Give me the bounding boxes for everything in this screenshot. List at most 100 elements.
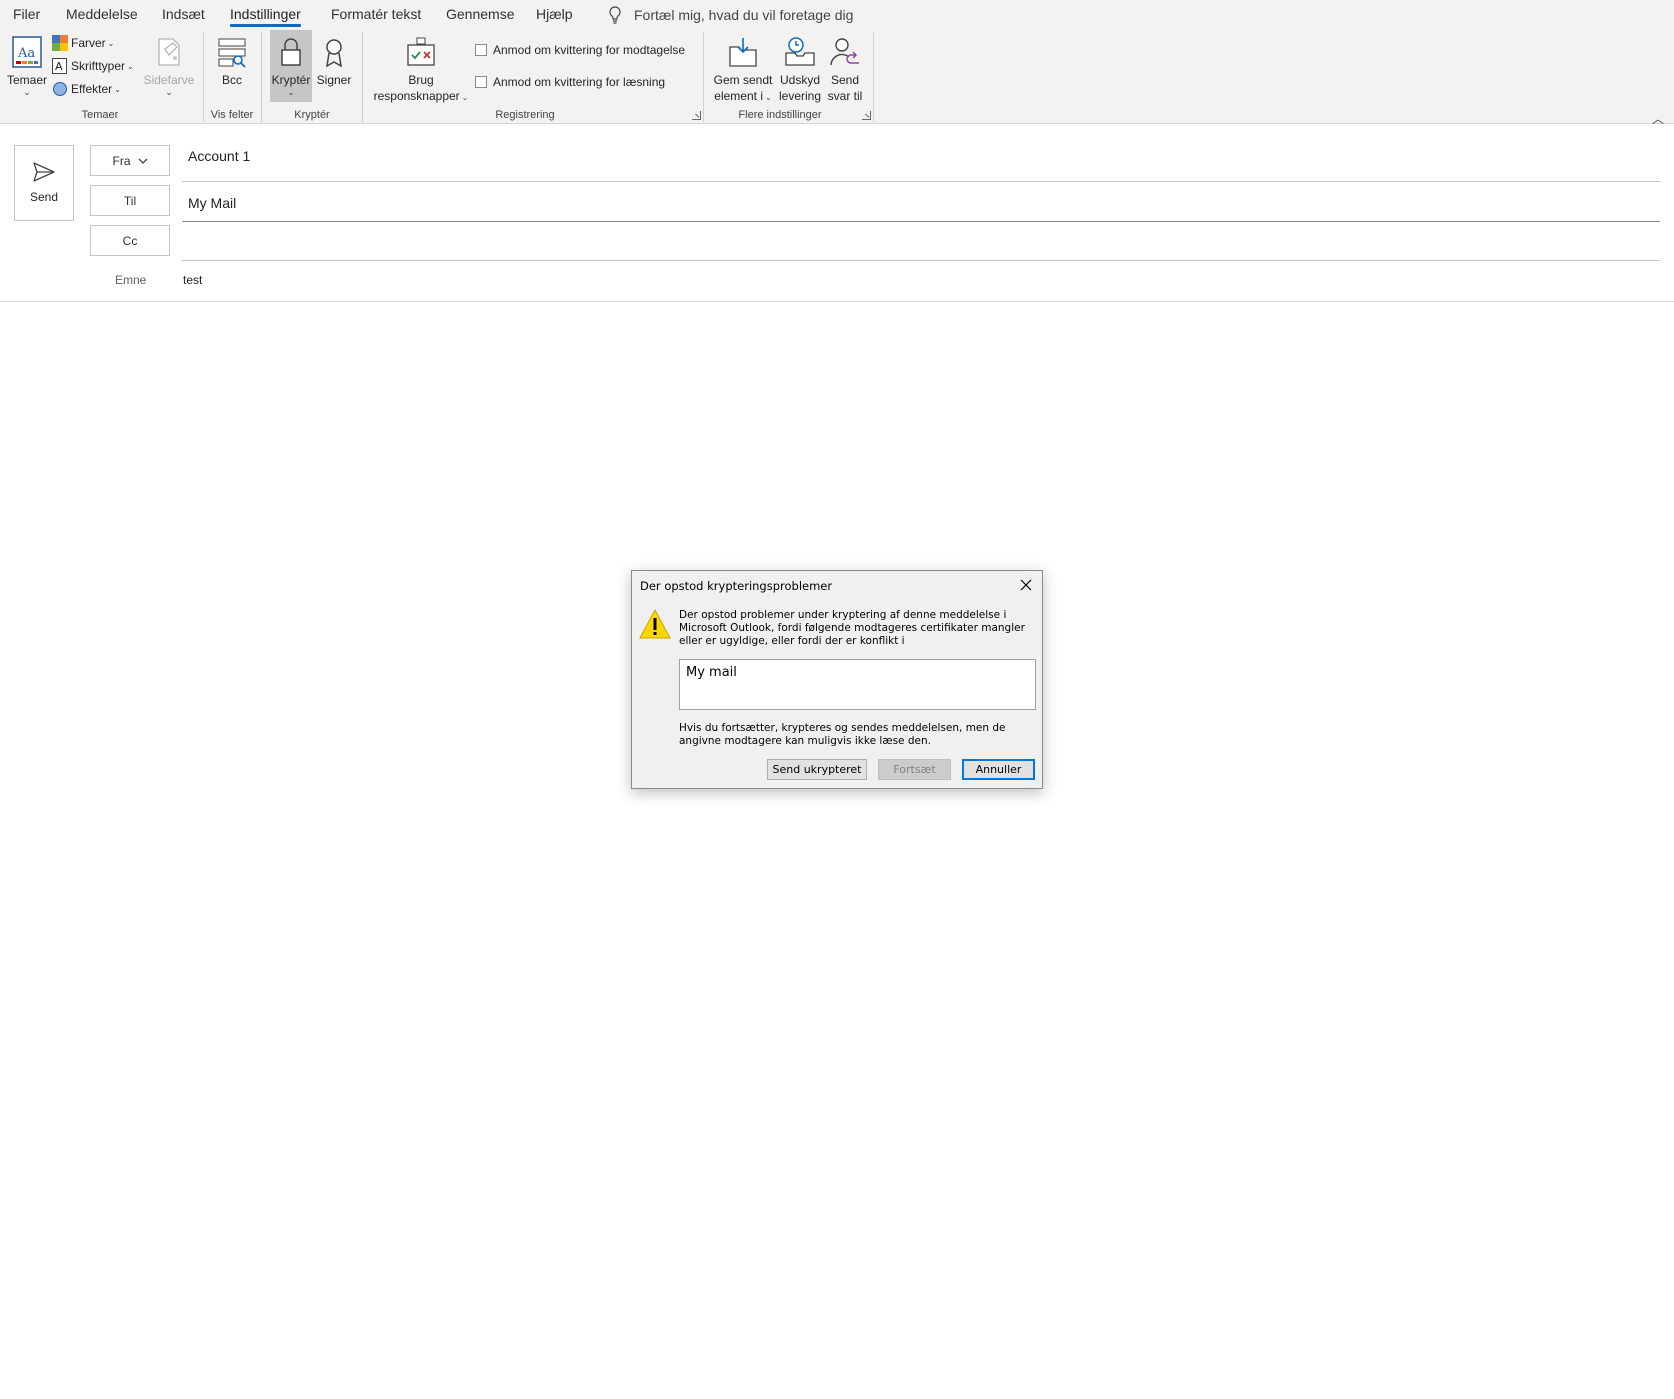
lock-icon: [277, 32, 305, 72]
group-label-temaer: Temaer: [81, 109, 119, 121]
checkbox-box[interactable]: [475, 44, 487, 56]
lightbulb-icon: [609, 6, 621, 24]
to-label: Til: [123, 193, 137, 208]
subject-label: Emne: [115, 273, 147, 287]
chevron-down-icon: ⌄: [23, 87, 31, 97]
send-icon: [33, 162, 55, 182]
receipt-read-checkbox[interactable]: Anmod om kvittering for læsning: [475, 75, 665, 89]
reply-to-person-icon: [828, 32, 862, 72]
tab-formater-tekst[interactable]: Formatér tekst: [331, 5, 421, 27]
dialog-message: Der opstod problemer under kryptering af…: [679, 609, 1025, 647]
chevron-down-icon: ⌄: [287, 87, 295, 97]
chevron-down-icon: [138, 158, 147, 164]
receipt-read-label: Anmod om kvittering for læsning: [493, 75, 666, 89]
encryption-problem-dialog: Der opstod krypteringsproblemer Der opst…: [631, 570, 1043, 789]
ribbon-tab-bar: Filer Meddelelse Indsæt Indstillinger Fo…: [0, 0, 1674, 28]
themes-icon: Aa: [10, 32, 44, 72]
close-icon[interactable]: [1018, 577, 1034, 593]
svg-text:A: A: [55, 60, 63, 73]
tab-gennemse[interactable]: Gennemse: [446, 5, 514, 27]
cc-button[interactable]: Cc: [90, 225, 170, 256]
tab-indsaet[interactable]: Indsæt: [162, 5, 205, 27]
chevron-down-icon: ⌄: [165, 87, 173, 97]
group-divider: [203, 32, 204, 122]
group-divider: [873, 32, 874, 122]
svar-label-line2: svar til: [827, 89, 863, 103]
tab-filer[interactable]: Filer: [13, 5, 40, 27]
caret-down-icon: ⌄: [461, 93, 469, 102]
sidefarve-button[interactable]: Sidefarve ⌄: [142, 32, 196, 97]
to-button[interactable]: Til: [90, 185, 170, 216]
effekter-button[interactable]: Effekter ⌄: [52, 78, 121, 100]
page-color-icon: [153, 32, 185, 72]
dialog-note: Hvis du fortsætter, krypteres og sendes …: [679, 722, 1006, 747]
receipt-delivery-checkbox[interactable]: Anmod om kvittering for modtagelse: [475, 43, 685, 57]
udskyd-label-line1: Udskyd: [779, 73, 820, 87]
brug-label-line2: responsknapper: [373, 89, 460, 103]
sidefarve-label: Sidefarve: [143, 73, 195, 87]
tell-me-search[interactable]: Fortæl mig, hvad du vil foretage dig: [608, 5, 853, 25]
skrifttyper-label: Skrifttyper: [71, 59, 126, 73]
to-divider: [182, 221, 1660, 222]
recipient-item: My mail: [686, 665, 737, 680]
bcc-button[interactable]: Bcc: [214, 32, 250, 88]
voting-buttons-icon: [405, 32, 437, 72]
from-divider: [182, 181, 1660, 182]
krypter-button[interactable]: Kryptér ⌄: [270, 30, 312, 102]
to-field[interactable]: My Mail: [188, 195, 236, 211]
bcc-label: Bcc: [221, 73, 242, 87]
ribbon-badge-icon: [322, 32, 346, 72]
farver-button[interactable]: Farver ⌄: [52, 32, 114, 54]
checkbox-box[interactable]: [475, 76, 487, 88]
from-label: Fra: [112, 153, 131, 168]
gem-label-line1: Gem sendt: [713, 73, 773, 87]
send-label: Send: [29, 190, 59, 204]
send-button[interactable]: Send: [14, 145, 74, 221]
dialog-launcher-icon[interactable]: [862, 111, 871, 120]
group-label-registrering: Registrering: [495, 109, 555, 121]
send-svar-til-button[interactable]: Send svar til: [824, 32, 866, 104]
temaer-label: Temaer: [6, 73, 47, 87]
colors-icon: [52, 35, 68, 51]
udskyd-label-line2: levering: [778, 89, 822, 103]
from-button[interactable]: Fra: [90, 145, 170, 176]
gem-label-line2: element i: [714, 89, 763, 103]
fonts-icon: A: [52, 58, 68, 74]
farver-label: Farver: [71, 36, 106, 50]
save-sent-folder-icon: [727, 32, 759, 72]
collapse-ribbon-icon[interactable]: ︿: [1652, 110, 1664, 127]
message-body-divider: [0, 301, 1674, 302]
group-label-flere-indstillinger: Flere indstillinger: [738, 109, 822, 121]
dialog-launcher-icon[interactable]: [692, 111, 701, 120]
udskyd-levering-button[interactable]: Udskyd levering: [776, 32, 824, 104]
cancel-button[interactable]: Annuller: [962, 759, 1035, 780]
svar-label-line1: Send: [830, 73, 860, 87]
warning-icon: [638, 608, 672, 644]
group-label-vis-felter: Vis felter: [210, 109, 254, 121]
tab-meddelelse[interactable]: Meddelelse: [66, 5, 138, 27]
caret-down-icon: ⌄: [765, 93, 772, 102]
tab-indstillinger[interactable]: Indstillinger: [230, 5, 301, 27]
continue-button[interactable]: Fortsæt: [878, 759, 951, 780]
bcc-icon: [216, 32, 248, 72]
tab-hjaelp[interactable]: Hjælp: [536, 5, 573, 27]
skrifttyper-button[interactable]: A Skrifttyper ⌄: [52, 55, 134, 77]
cc-divider: [182, 260, 1660, 261]
send-unencrypted-button[interactable]: Send ukrypteret: [767, 759, 867, 780]
tell-me-text: Fortæl mig, hvad du vil foretage dig: [634, 7, 854, 23]
group-label-krypter: Kryptér: [294, 109, 330, 121]
subject-field[interactable]: test: [183, 273, 202, 287]
temaer-button[interactable]: Aa Temaer ⌄: [6, 32, 48, 97]
ribbon: Aa Temaer ⌄ Farver ⌄ A Skrifttyper ⌄ Effek…: [0, 28, 1674, 127]
effekter-label: Effekter: [71, 82, 113, 96]
gem-sendt-element-button[interactable]: Gem sendt element i ⌄: [710, 32, 776, 106]
signer-button[interactable]: Signer: [314, 32, 354, 88]
group-divider: [703, 32, 704, 122]
from-value[interactable]: Account 1: [188, 148, 250, 164]
dialog-title: Der opstod krypteringsproblemer: [640, 579, 833, 593]
caret-down-icon: ⌄: [127, 61, 134, 71]
recipient-list[interactable]: My mail: [679, 659, 1036, 710]
delay-delivery-icon: [783, 32, 817, 72]
brug-responsknapper-button[interactable]: Brug responsknapper ⌄: [370, 32, 472, 106]
svg-text:Aa: Aa: [17, 46, 35, 61]
